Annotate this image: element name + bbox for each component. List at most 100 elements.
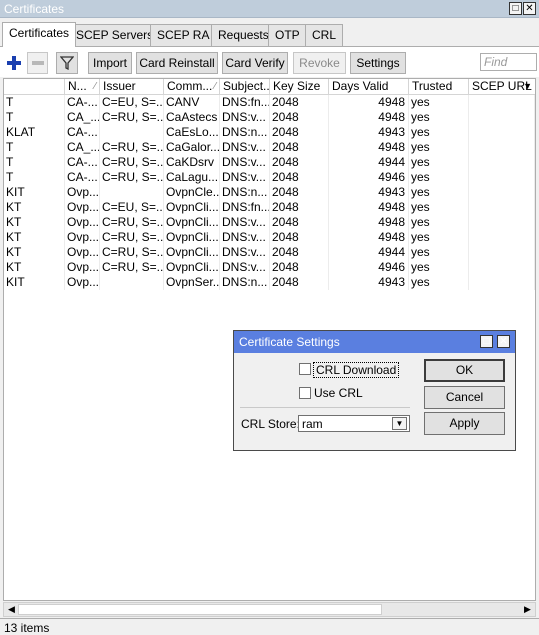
table-row[interactable]: T CA-... C=EU, S=... CANV DNS:fn... 2048 4948 y… xyxy=(4,95,535,110)
crl-store-label: CRL Store: xyxy=(241,417,300,431)
cell-flags: T xyxy=(4,170,65,185)
crl-store-value: ram xyxy=(302,417,323,431)
cell-scep-url xyxy=(469,260,535,275)
column-header-flags[interactable] xyxy=(4,79,65,95)
revoke-button[interactable]: Revoke xyxy=(293,52,346,74)
cell-common-name: OvpnCli... xyxy=(166,230,220,245)
cell-key-size: 2048 xyxy=(270,140,329,155)
cell-name: CA_... xyxy=(67,110,100,125)
cell-scep-url xyxy=(469,275,535,290)
column-header-common-name[interactable]: Comm... ⁄ xyxy=(164,79,220,95)
table-row[interactable]: T CA-... C=RU, S=... CaLagu... DNS:v... 2048 4… xyxy=(4,170,535,185)
cell-scep-url xyxy=(469,110,535,125)
cell-flags: KIT xyxy=(4,185,65,200)
table-row[interactable]: KLAT CA-... CaEsLo... DNS:n... 2048 4943 yes xyxy=(4,125,535,140)
cell-subject: DNS:n... xyxy=(220,275,270,290)
use-crl-label[interactable]: Use CRL xyxy=(314,386,363,400)
dialog-restore-icon[interactable]: □ xyxy=(480,335,493,348)
cell-name: CA-... xyxy=(65,170,100,185)
table-row[interactable]: KT Ovp... C=RU, S=... OvpnCli... DNS:v... 204… xyxy=(4,245,535,260)
window-titlebar: Certificates □ ✕ xyxy=(0,0,539,18)
find-input[interactable]: Find xyxy=(480,53,537,71)
cell-subject: DNS:v... xyxy=(220,245,270,260)
column-header-trusted[interactable]: Trusted xyxy=(409,79,469,95)
column-header-name[interactable]: N... ⁄ xyxy=(65,79,100,95)
cell-issuer xyxy=(100,275,164,290)
crl-download-label[interactable]: CRL Download xyxy=(313,362,400,378)
table-row[interactable]: KIT Ovp... OvpnCle... DNS:n... 2048 4943 yes xyxy=(4,185,535,200)
cell-days-valid: 4948 xyxy=(329,215,409,230)
cell-subject: DNS:fn... xyxy=(222,200,270,215)
cell-days-valid: 4948 xyxy=(329,140,409,155)
cell-subject: DNS:n... xyxy=(220,185,270,200)
cell-flags: T xyxy=(4,140,65,155)
card-verify-button[interactable]: Card Verify xyxy=(222,52,288,74)
cell-name: CA-... xyxy=(65,155,100,170)
cell-common-name: OvpnSer... xyxy=(166,275,220,290)
cell-days-valid: 4943 xyxy=(329,275,409,290)
apply-button[interactable]: Apply xyxy=(424,412,505,435)
column-header-key-size[interactable]: Key Size xyxy=(270,79,329,95)
table-row[interactable]: T CA-... C=RU, S=... CaKDsrv DNS:v... 2048 494… xyxy=(4,155,535,170)
cell-flags: T xyxy=(4,95,65,110)
column-header-days-valid[interactable]: Days Valid xyxy=(329,79,409,95)
horizontal-scrollbar[interactable]: ◀ ▶ xyxy=(3,602,536,617)
tab-otp[interactable]: OTP xyxy=(268,24,307,46)
import-button[interactable]: Import xyxy=(88,52,132,74)
dialog-close-icon[interactable]: ✕ xyxy=(497,335,510,348)
table-row[interactable]: KIT Ovp... OvpnSer... DNS:n... 2048 4943 yes xyxy=(4,275,535,290)
tab-requests[interactable]: Requests xyxy=(211,24,276,46)
tab-certificates[interactable]: Certificates xyxy=(2,22,77,47)
tab-scep-ra[interactable]: SCEP RA xyxy=(150,24,217,46)
tab-crl[interactable]: CRL xyxy=(305,24,344,46)
remove-button[interactable] xyxy=(27,52,48,74)
cell-common-name: OvpnCli... xyxy=(166,260,220,275)
crl-download-checkbox[interactable] xyxy=(299,363,311,375)
table-row[interactable]: KT Ovp... C=RU, S=... OvpnCli... DNS:v... 204… xyxy=(4,215,535,230)
cell-common-name: CaLagu... xyxy=(166,170,220,185)
chevron-down-icon[interactable]: ▼ xyxy=(523,79,532,94)
cell-key-size: 2048 xyxy=(270,215,329,230)
table-row[interactable]: T CA_... C=RU, S=... CaAstecs DNS:v... 2048 49… xyxy=(4,110,535,125)
cell-issuer xyxy=(100,125,164,140)
cell-issuer: C=RU, S=... xyxy=(102,155,164,170)
cell-subject: DNS:v... xyxy=(220,230,270,245)
scroll-right-icon[interactable]: ▶ xyxy=(520,603,535,616)
filter-button[interactable] xyxy=(56,52,78,74)
minus-icon xyxy=(31,61,44,65)
table-row[interactable]: KT Ovp... C=EU, S=... OvpnCli... DNS:fn... 20… xyxy=(4,200,535,215)
cell-name: Ovp... xyxy=(67,230,100,245)
ok-button[interactable]: OK xyxy=(424,359,505,382)
use-crl-checkbox[interactable] xyxy=(299,387,311,399)
certificate-settings-dialog: Certificate Settings □ ✕ CRL Download Us… xyxy=(233,330,516,451)
scrollbar-thumb[interactable] xyxy=(18,604,382,615)
cancel-button[interactable]: Cancel xyxy=(424,386,505,409)
tab-scep-servers[interactable]: SCEP Servers xyxy=(69,24,161,46)
table-header: N... ⁄ Issuer Comm... ⁄ Subject... Key Siz… xyxy=(4,79,535,95)
column-header-subject[interactable]: Subject... xyxy=(220,79,270,95)
table-row[interactable]: KT Ovp... C=RU, S=... OvpnCli... DNS:v... 204… xyxy=(4,260,535,275)
cell-days-valid: 4944 xyxy=(329,245,409,260)
column-header-issuer[interactable]: Issuer xyxy=(100,79,164,95)
column-header-scep-url[interactable]: SCEP URL ▼ xyxy=(469,79,535,95)
cell-name: CA-... xyxy=(65,95,100,110)
cell-issuer: C=RU, S=... xyxy=(102,170,164,185)
cell-days-valid: 4946 xyxy=(329,260,409,275)
close-icon[interactable]: ✕ xyxy=(523,2,536,15)
add-button[interactable] xyxy=(3,52,24,74)
cell-issuer: C=RU, S=... xyxy=(102,260,164,275)
chevron-down-icon[interactable]: ▼ xyxy=(392,417,407,430)
cell-trusted: yes xyxy=(409,170,469,185)
restore-icon[interactable]: □ xyxy=(509,2,522,15)
cell-subject: DNS:v... xyxy=(220,140,270,155)
card-reinstall-button[interactable]: Card Reinstall xyxy=(136,52,218,74)
tab-bar: Certificates SCEP Servers SCEP RA Reques… xyxy=(0,22,539,47)
cell-flags: KT xyxy=(4,215,65,230)
table-row[interactable]: KT Ovp... C=RU, S=... OvpnCli... DNS:v... 204… xyxy=(4,230,535,245)
cell-trusted: yes xyxy=(409,140,469,155)
cell-flags: KIT xyxy=(4,275,65,290)
table-row[interactable]: T CA_... C=RU, S=... CaGalor... DNS:v... 2048… xyxy=(4,140,535,155)
scroll-left-icon[interactable]: ◀ xyxy=(4,603,19,616)
cell-trusted: yes xyxy=(409,215,469,230)
settings-button[interactable]: Settings xyxy=(350,52,406,74)
